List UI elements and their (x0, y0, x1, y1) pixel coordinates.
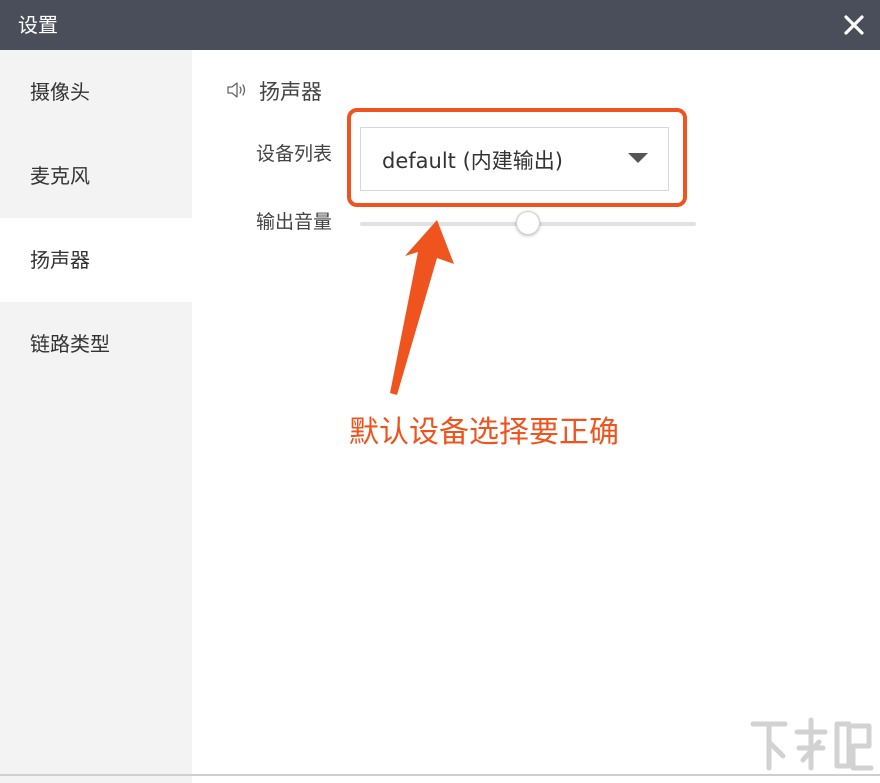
sidebar-item-label: 链路类型 (30, 332, 110, 356)
window-title: 设置 (18, 13, 58, 37)
sidebar-item-label: 麦克风 (30, 164, 90, 188)
sidebar-item-microphone[interactable]: 麦克风 (0, 134, 192, 218)
sidebar-item-speaker[interactable]: 扬声器 (0, 218, 192, 302)
watermark-logo (750, 717, 874, 771)
sidebar-item-label: 摄像头 (30, 80, 90, 104)
settings-content: 扬声器 设备列表 default (内建输出) 输出音量 默认设备选择要正确 (192, 50, 880, 783)
close-button[interactable] (838, 9, 870, 41)
title-bar: 设置 (0, 0, 880, 50)
sidebar-item-camera[interactable]: 摄像头 (0, 50, 192, 134)
close-icon (844, 15, 864, 35)
sidebar-item-label: 扬声器 (30, 248, 90, 272)
sidebar-item-link-type[interactable]: 链路类型 (0, 302, 192, 386)
sidebar: 摄像头 麦克风 扬声器 链路类型 (0, 50, 192, 783)
annotation-text: 默认设备选择要正确 (349, 415, 619, 450)
bottom-border (0, 774, 880, 776)
